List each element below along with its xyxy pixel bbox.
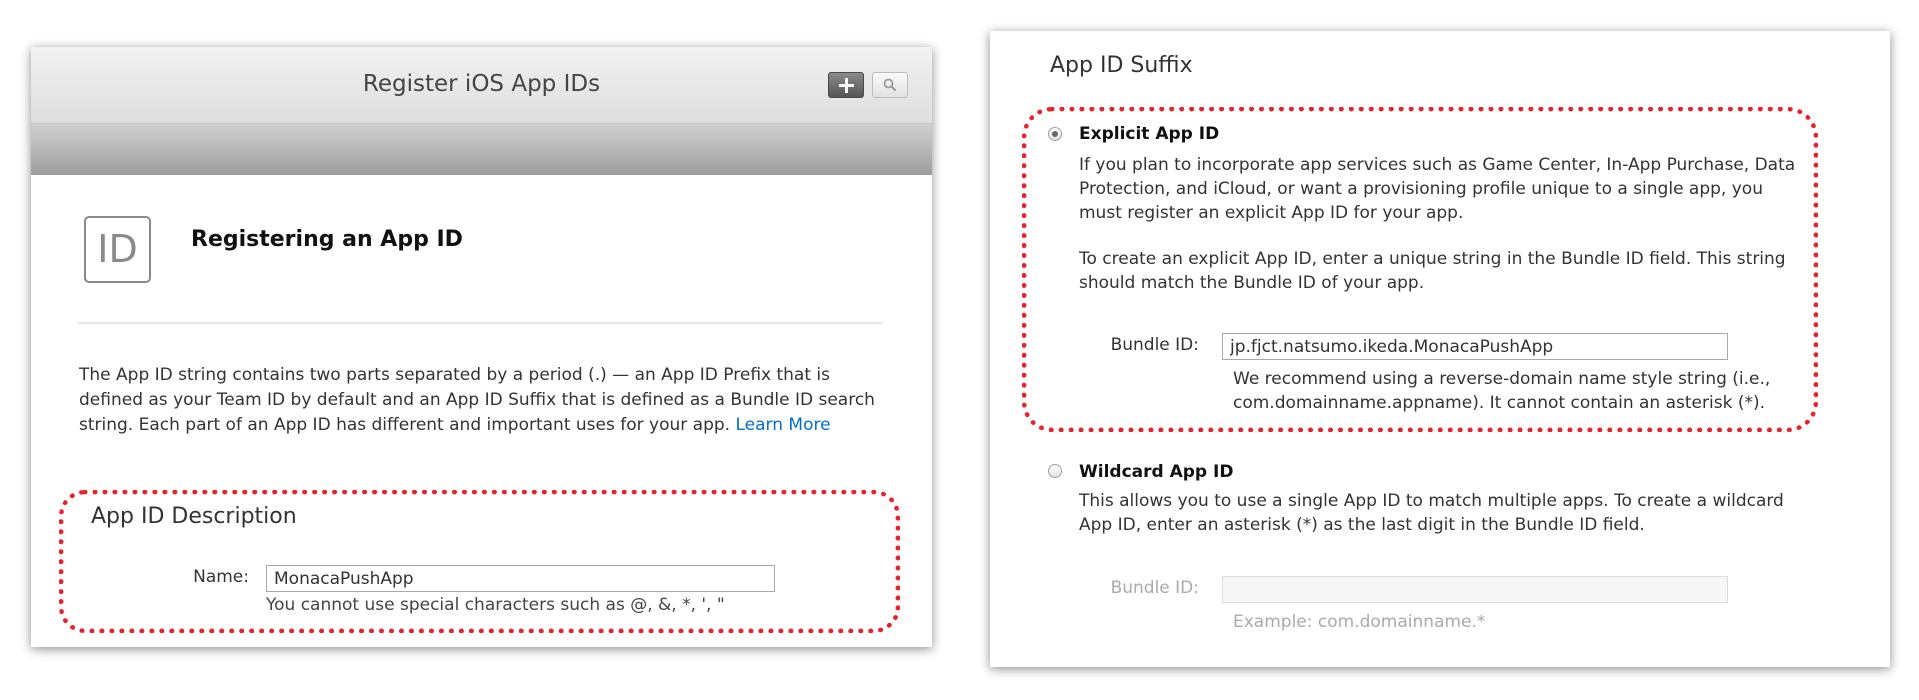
page-title: Register iOS App IDs bbox=[362, 71, 601, 97]
highlight-outline bbox=[59, 490, 900, 633]
panel-header: Register iOS App IDs bbox=[31, 47, 932, 124]
wildcard-app-id-description: This allows you to use a single App ID t… bbox=[1079, 491, 1784, 535]
search-icon bbox=[883, 78, 897, 92]
app-id-suffix-panel: App ID Suffix Explicit App ID If you pla… bbox=[990, 31, 1890, 667]
wildcard-app-id-title[interactable]: Wildcard App ID bbox=[1079, 462, 1233, 482]
learn-more-link[interactable]: Learn More bbox=[735, 415, 830, 435]
search-button[interactable] bbox=[872, 72, 908, 98]
app-id-suffix-heading: App ID Suffix bbox=[1050, 53, 1193, 78]
wildcard-app-id-radio[interactable] bbox=[1048, 464, 1062, 478]
register-app-ids-panel: Register iOS App IDs ID Registering an A… bbox=[31, 47, 932, 647]
app-id-explanation: The App ID string contains two parts sep… bbox=[79, 363, 879, 438]
header-subbar bbox=[31, 124, 932, 175]
highlight-outline bbox=[1022, 107, 1818, 432]
wildcard-example-text: Example: com.domainname.* bbox=[1233, 612, 1486, 632]
wildcard-bundle-id-input[interactable] bbox=[1222, 576, 1728, 603]
divider bbox=[78, 322, 883, 324]
add-button[interactable] bbox=[828, 72, 864, 98]
section-title: Registering an App ID bbox=[191, 227, 463, 252]
app-id-icon: ID bbox=[84, 216, 151, 283]
wildcard-bundle-id-label: Bundle ID: bbox=[1110, 578, 1199, 598]
